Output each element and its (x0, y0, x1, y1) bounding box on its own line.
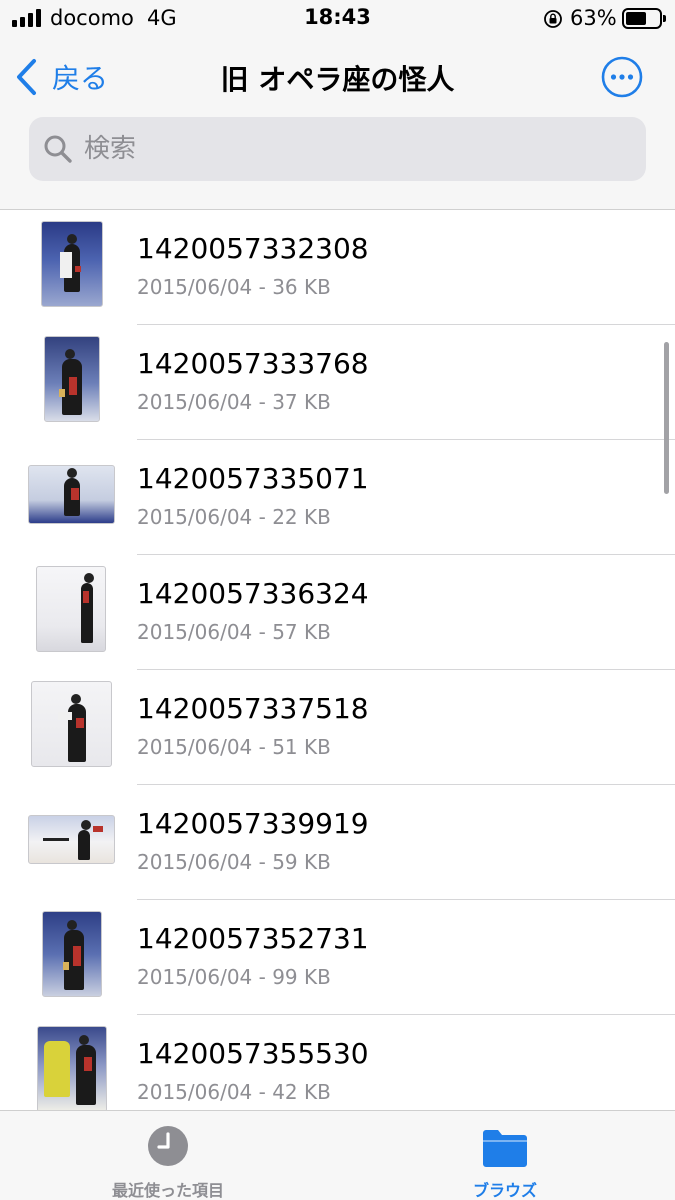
file-name: 1420057352731 (137, 922, 369, 955)
scroll-indicator[interactable] (664, 342, 669, 494)
file-thumbnail (42, 911, 102, 997)
search-icon (44, 135, 72, 163)
folder-icon (483, 1130, 527, 1167)
file-meta: 2015/06/04 - 59 KB (137, 850, 331, 874)
file-meta: 2015/06/04 - 22 KB (137, 505, 331, 529)
tab-browse-label: ブラウズ (472, 1181, 537, 1200)
file-row[interactable]: 1420057339919 2015/06/04 - 59 KB (0, 785, 675, 900)
ellipsis-circle-icon[interactable] (601, 56, 643, 98)
file-name: 1420057332308 (137, 232, 369, 265)
status-bar: docomo 4G 18:43 63% (0, 0, 675, 38)
file-meta: 2015/06/04 - 99 KB (137, 965, 331, 989)
file-meta: 2015/06/04 - 36 KB (137, 275, 331, 299)
file-thumbnail (31, 681, 112, 767)
file-row[interactable]: 1420057352731 2015/06/04 - 99 KB (0, 900, 675, 1015)
file-row[interactable]: 1420057336324 2015/06/04 - 57 KB (0, 555, 675, 670)
file-list: 1420057332308 2015/06/04 - 36 KB 1420057… (0, 210, 675, 1110)
file-meta: 2015/06/04 - 51 KB (137, 735, 331, 759)
navigation-bar: 戻る 旧 オペラ座の怪人 (0, 48, 675, 108)
battery-percent: 63% (570, 6, 617, 30)
file-thumbnail (41, 221, 103, 307)
file-name: 1420057337518 (137, 692, 369, 725)
file-row[interactable]: 1420057333768 2015/06/04 - 37 KB (0, 325, 675, 440)
file-name: 1420057333768 (137, 347, 369, 380)
file-name: 1420057336324 (137, 577, 369, 610)
file-thumbnail (36, 566, 106, 652)
page-title: 旧 オペラ座の怪人 (220, 63, 455, 96)
battery-icon (622, 8, 666, 29)
top-chrome: docomo 4G 18:43 63% 戻る 旧 オペラ座の怪人 (0, 0, 675, 210)
file-name: 1420057335071 (137, 462, 369, 495)
file-thumbnail (44, 336, 100, 422)
battery-fill (626, 12, 646, 25)
tab-recent[interactable]: 最近使った項目 (48, 1111, 288, 1200)
clock-icon (148, 1126, 188, 1166)
file-row[interactable]: 1420057335071 2015/06/04 - 22 KB (0, 440, 675, 555)
search-input[interactable] (84, 134, 604, 164)
file-row[interactable]: 1420057355530 2015/06/04 - 42 KB (0, 1015, 675, 1110)
tab-browse[interactable]: ブラウズ (385, 1111, 625, 1200)
file-meta: 2015/06/04 - 37 KB (137, 390, 331, 414)
tab-bar: 最近使った項目 ブラウズ (0, 1110, 675, 1200)
file-thumbnail (28, 465, 115, 524)
file-meta: 2015/06/04 - 57 KB (137, 620, 331, 644)
file-thumbnail (37, 1026, 107, 1110)
file-row[interactable]: 1420057332308 2015/06/04 - 36 KB (0, 210, 675, 325)
tab-recent-label: 最近使った項目 (111, 1181, 224, 1200)
file-meta: 2015/06/04 - 42 KB (137, 1080, 331, 1104)
orientation-lock-icon (544, 10, 562, 28)
file-thumbnail (28, 815, 115, 864)
file-name: 1420057339919 (137, 807, 369, 840)
file-row[interactable]: 1420057337518 2015/06/04 - 51 KB (0, 670, 675, 785)
search-field[interactable] (29, 117, 646, 181)
file-name: 1420057355530 (137, 1037, 369, 1070)
